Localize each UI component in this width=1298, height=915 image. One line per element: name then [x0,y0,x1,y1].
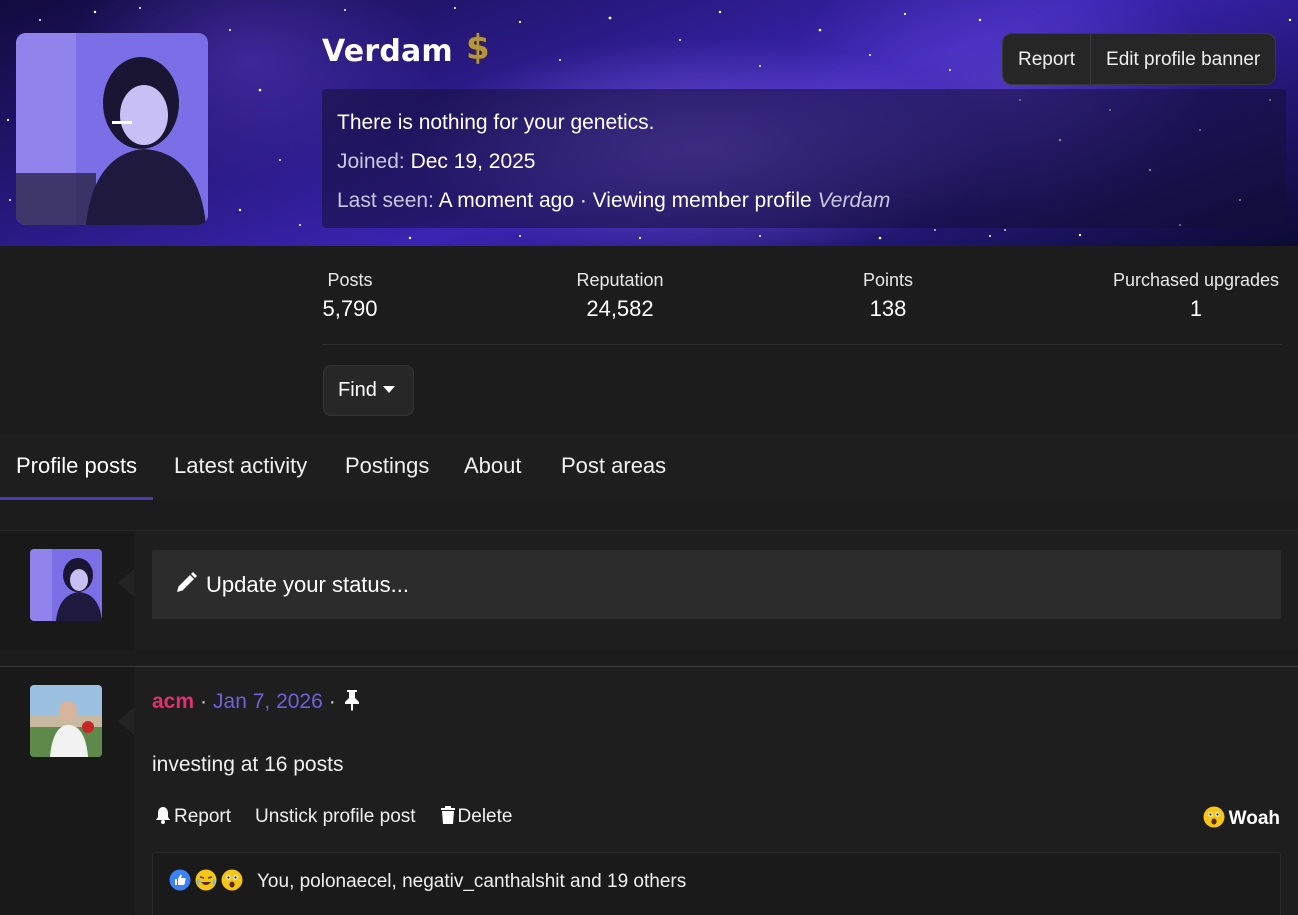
stat-value: 138 [869,296,907,321]
stat-label: Posts [327,270,373,290]
delete-label: Delete [457,806,513,827]
reactions-summary-text: You, polonaecel, negativ_canthalshit and… [257,871,687,892]
trash-icon [440,806,455,824]
delete-post-button[interactable]: Delete [440,806,513,828]
joined-label: Joined: [337,150,405,173]
username-heading: Verdam [322,34,453,69]
current-user-avatar[interactable] [30,549,102,621]
pin-icon [344,690,359,711]
reactions-summary-bar[interactable]: You, polonaecel, negativ_canthalshit and… [152,852,1281,915]
stat-reputation[interactable]: Reputation 24,582 [570,268,670,326]
woah-label: Woah [1228,808,1280,829]
astonished-face-icon [221,869,243,891]
stat-posts[interactable]: Posts 5,790 [322,268,378,326]
last-seen-line: Last seen: A moment ago · Viewing member… [337,181,1271,220]
avatar-image [30,549,102,621]
report-post-button[interactable]: Report [154,806,231,828]
update-status-input[interactable]: Update your status... [152,550,1281,619]
status-quote: There is nothing for your genetics. [337,111,655,134]
post-date-link[interactable]: Jan 7, 2026 [213,690,323,713]
post-actions: Report Unstick profile post Delete [154,806,512,828]
profile-banner: Verdam $ Report Edit profile banner Ther… [0,0,1298,246]
stat-value: 5,790 [322,296,378,321]
meta-separator: · [328,690,336,713]
edit-banner-button[interactable]: Edit profile banner [1090,34,1275,84]
status-composer: Update your status... [0,530,1298,650]
dollar-icon: $ [466,28,490,68]
tab-latest-activity[interactable]: Latest activity [158,434,323,500]
stat-value: 1 [1189,296,1203,321]
like-icon [169,869,191,891]
stat-label: Reputation [576,270,664,290]
unstick-post-button[interactable]: Unstick profile post [255,806,416,828]
find-dropdown-button[interactable]: Find [323,365,414,416]
post-author-avatar[interactable] [30,685,102,757]
bell-icon [156,807,170,824]
status-placeholder: Update your status... [206,572,409,597]
last-seen-value: A moment ago · Viewing member profile [438,189,812,212]
find-label: Find [338,379,377,401]
tab-post-areas[interactable]: Post areas [545,434,682,500]
profile-avatar[interactable] [16,33,208,225]
stats-divider [322,344,1282,345]
speech-pointer [118,569,134,597]
last-seen-target-link[interactable]: Verdam [818,189,891,212]
stat-value: 24,582 [586,296,654,321]
report-profile-button[interactable]: Report [1003,34,1090,84]
pencil-icon [177,572,197,592]
speech-pointer [118,707,134,735]
caret-down-icon [382,386,395,393]
joined-value: Dec 19, 2025 [410,150,536,173]
stat-label: Points [862,270,914,290]
crying-laughing-icon [195,869,217,891]
profile-info-box: There is nothing for your genetics. Join… [322,89,1286,228]
tab-postings[interactable]: Postings [329,434,445,500]
astonished-face-icon [1203,806,1225,828]
post-meta: acm · Jan 7, 2026 · [152,689,362,714]
stat-label: Purchased upgrades [1112,270,1280,290]
reaction-icons [169,869,243,891]
stat-points[interactable]: Points 138 [858,268,918,326]
tab-profile-posts[interactable]: Profile posts [0,434,154,500]
post-author-link[interactable]: acm [152,690,194,713]
avatar-image [30,685,102,757]
stat-purchased-upgrades[interactable]: Purchased upgrades 1 [1108,268,1284,326]
banner-button-group: Report Edit profile banner [1002,33,1277,85]
profile-tabs: Profile posts Latest activity Postings A… [0,434,1298,500]
report-label: Report [174,806,232,827]
meta-separator: · [200,690,208,713]
avatar-image [16,33,208,225]
profile-post: acm · Jan 7, 2026 · investing at 16 posts R… [0,666,1298,915]
joined-line: Joined: Dec 19, 2025 [337,142,1271,181]
react-woah-button[interactable]: Woah [1203,806,1280,830]
last-seen-label: Last seen: [337,189,434,212]
post-body: investing at 16 posts [152,753,344,776]
tab-about[interactable]: About [448,434,538,500]
